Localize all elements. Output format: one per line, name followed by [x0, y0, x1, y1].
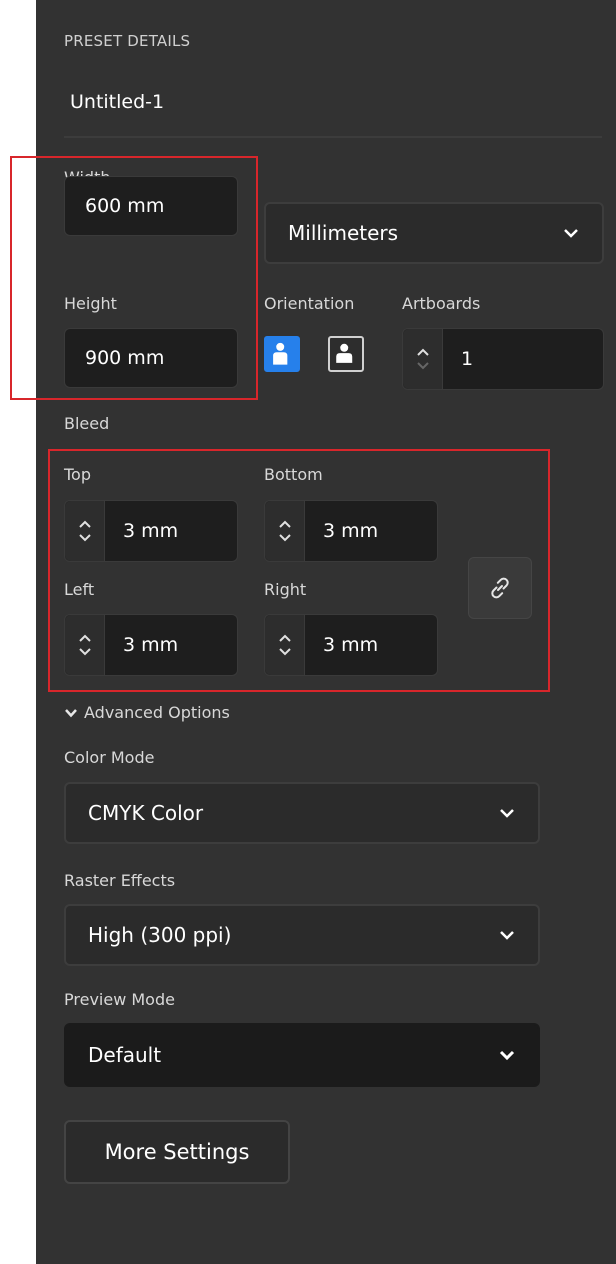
- portrait-orientation-button[interactable]: [264, 336, 300, 372]
- bleed-label: Bleed: [64, 414, 110, 433]
- preview-mode-dropdown[interactable]: Default: [64, 1023, 540, 1087]
- preview-mode-label: Preview Mode: [64, 990, 175, 1009]
- chevron-down-icon: [65, 708, 77, 717]
- artboards-value: 1: [461, 348, 474, 370]
- landscape-icon: [336, 343, 353, 363]
- units-value: Millimeters: [288, 221, 399, 245]
- chevron-down-icon: [500, 809, 514, 818]
- stepper-up-icon[interactable]: [415, 346, 431, 358]
- advanced-options-label: Advanced Options: [84, 703, 230, 722]
- chevron-down-icon: [499, 1050, 515, 1061]
- chevron-down-icon: [500, 931, 514, 940]
- landscape-orientation-button[interactable]: [328, 336, 364, 372]
- advanced-options-toggle[interactable]: Advanced Options: [64, 703, 230, 722]
- raster-effects-dropdown[interactable]: High (300 ppi): [64, 904, 540, 966]
- artboards-label: Artboards: [402, 294, 481, 313]
- artboards-spinner[interactable]: [403, 329, 443, 389]
- units-dropdown[interactable]: Millimeters: [264, 202, 604, 264]
- more-settings-button[interactable]: More Settings: [64, 1120, 290, 1184]
- more-settings-label: More Settings: [104, 1140, 250, 1164]
- stepper-down-icon[interactable]: [415, 360, 431, 372]
- raster-effects-value: High (300 ppi): [88, 923, 232, 947]
- highlight-box-bleed: [48, 449, 550, 692]
- portrait-icon: [266, 338, 295, 367]
- color-mode-label: Color Mode: [64, 748, 155, 767]
- color-mode-value: CMYK Color: [88, 801, 204, 825]
- document-name-field[interactable]: Untitled-1: [70, 91, 164, 113]
- color-mode-dropdown[interactable]: CMYK Color: [64, 782, 540, 844]
- preset-details-title: PRESET DETAILS: [64, 32, 191, 50]
- highlight-box-size: [10, 156, 258, 400]
- raster-effects-label: Raster Effects: [64, 871, 176, 890]
- name-divider: [64, 136, 602, 138]
- artboards-stepper[interactable]: 1: [402, 328, 604, 390]
- chevron-down-icon: [564, 229, 578, 238]
- preview-mode-value: Default: [88, 1043, 162, 1067]
- orientation-label: Orientation: [264, 294, 355, 313]
